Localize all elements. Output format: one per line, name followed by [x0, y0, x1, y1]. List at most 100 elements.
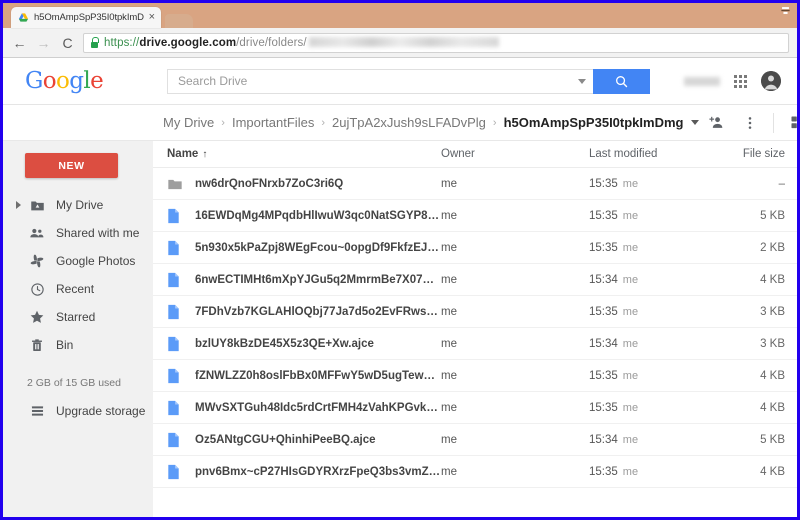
- sidebar-item-bin[interactable]: Bin: [3, 331, 153, 359]
- main-body: NEW My Drive Shared with me Google Photo…: [3, 141, 797, 517]
- table-row[interactable]: pnv6Bmx~cP27HIsGDYRXrzFpeQ3bs3vmZXvkxXR4…: [153, 456, 797, 488]
- file-modified-by: me: [622, 369, 639, 382]
- sidebar-item-label: Google Photos: [56, 254, 136, 268]
- upgrade-storage-button[interactable]: Upgrade storage: [3, 397, 153, 425]
- lock-icon: [90, 37, 99, 48]
- window-controls: [777, 4, 793, 17]
- breadcrumb-separator: ›: [221, 116, 225, 129]
- reload-icon[interactable]: C: [59, 34, 76, 51]
- star-icon: [25, 309, 49, 325]
- file-owner: me: [441, 209, 457, 222]
- drive-header: Google: [3, 58, 797, 105]
- breadcrumb-parent-folder[interactable]: 2ujTpA2xJush9sLFADvPlg: [332, 115, 486, 130]
- expand-triangle-icon[interactable]: [11, 201, 25, 209]
- people-icon: [25, 225, 49, 241]
- file-size: 2 KB: [760, 241, 785, 254]
- breadcrumb-bar: My Drive › ImportantFiles › 2ujTpA2xJush…: [3, 105, 797, 141]
- file-last-modified: 15:34 me: [589, 274, 719, 286]
- search-input[interactable]: [178, 74, 563, 88]
- file-icon: [167, 240, 195, 256]
- logo-letter-g1: G: [25, 68, 43, 94]
- browser-tab-title: h5OmAmpSpP35I0tpkImD: [34, 12, 144, 23]
- close-icon[interactable]: ×: [149, 12, 155, 23]
- column-header-file-size[interactable]: File size: [719, 148, 797, 160]
- file-name: 5n930x5kPaZpj8WEgFcou~0opgDf9FkfzEJXvhGP…: [195, 241, 441, 254]
- table-row[interactable]: 16EWDqMg4MPqdbHlIwuW3qc0NatSGYP8c01pgRTg…: [153, 200, 797, 232]
- file-size: 4 KB: [760, 401, 785, 414]
- column-header-name[interactable]: Name ↑: [167, 148, 441, 160]
- file-icon: [167, 304, 195, 320]
- breadcrumb-important-files[interactable]: ImportantFiles: [232, 115, 314, 130]
- minimize-icon[interactable]: [777, 4, 793, 17]
- logo-letter-o2: o: [56, 68, 70, 94]
- file-owner: me: [441, 177, 457, 190]
- forward-icon: →: [36, 34, 51, 51]
- sidebar-item-recent[interactable]: Recent: [3, 275, 153, 303]
- breadcrumb-actions: A Z: [699, 105, 797, 141]
- add-person-icon[interactable]: [699, 105, 733, 141]
- logo-letter-e: e: [90, 68, 104, 94]
- file-modified-by: me: [622, 241, 639, 254]
- file-list: Name ↑ Owner Last modified File size nw6…: [153, 141, 797, 517]
- file-last-modified: 15:35 me: [589, 242, 719, 254]
- file-modified-by: me: [622, 337, 639, 350]
- column-header-owner[interactable]: Owner: [441, 148, 589, 160]
- file-icon: [167, 336, 195, 352]
- table-row[interactable]: 6nwECTIMHt6mXpYJGu5q2MmrmBe7X07FtBU28nI0…: [153, 264, 797, 296]
- grid-view-icon[interactable]: [780, 105, 797, 141]
- sidebar-item-shared-with-me[interactable]: Shared with me: [3, 219, 153, 247]
- url-input[interactable]: https://drive.google.com/drive/folders/: [83, 32, 789, 53]
- table-row[interactable]: fZNWLZZ0h8oslFbBx0MFFwY5wD5ugTewhGkeuC2v…: [153, 360, 797, 392]
- new-tab-button[interactable]: [165, 14, 193, 28]
- apps-grid-icon[interactable]: [734, 74, 747, 88]
- search-box[interactable]: [167, 68, 571, 94]
- breadcrumb-current-folder[interactable]: h5OmAmpSpP35I0tpkImDmg: [504, 115, 684, 130]
- column-header-last-modified[interactable]: Last modified: [589, 148, 719, 160]
- table-row[interactable]: nw6drQnoFNrxb7ZoC3ri6Q me 15:35 me –: [153, 168, 797, 200]
- table-row[interactable]: MWvSXTGuh48Idc5rdCrtFMH4zVahKPGvk6FWuT4v…: [153, 392, 797, 424]
- table-row[interactable]: 5n930x5kPaZpj8WEgFcou~0opgDf9FkfzEJXvhGP…: [153, 232, 797, 264]
- sidebar-item-starred[interactable]: Starred: [3, 303, 153, 331]
- file-name: 7FDhVzb7KGLAHlOQbj77Ja7d5o2EvFRws1Qyxo~Z…: [195, 305, 441, 318]
- google-logo: Google: [25, 68, 155, 94]
- clock-icon: [25, 282, 49, 297]
- toolbar-divider: [773, 112, 775, 133]
- browser-tab[interactable]: h5OmAmpSpP35I0tpkImD ×: [11, 7, 161, 28]
- file-last-modified: 15:35 me: [589, 402, 719, 414]
- chevron-down-icon[interactable]: [691, 120, 700, 125]
- search-options-icon[interactable]: [571, 68, 593, 94]
- file-last-modified: 15:35 me: [589, 370, 719, 382]
- sidebar-item-label: My Drive: [56, 198, 104, 212]
- account-name-redacted: [684, 76, 720, 86]
- url-path: /drive/folders/: [236, 36, 307, 49]
- search-button[interactable]: [593, 68, 650, 94]
- file-name: MWvSXTGuh48Idc5rdCrtFMH4zVahKPGvk6FWuT4v…: [195, 401, 441, 414]
- breadcrumb-my-drive[interactable]: My Drive: [163, 115, 214, 130]
- storage-bars-icon: [25, 404, 49, 418]
- file-size: 4 KB: [760, 273, 785, 286]
- more-options-icon[interactable]: [733, 105, 767, 141]
- sidebar-item-my-drive[interactable]: My Drive: [3, 191, 153, 219]
- logo-letter-g2: g: [69, 68, 84, 94]
- folder-icon: [167, 176, 195, 192]
- table-row[interactable]: bzlUY8kBzDE45X5z3QE+Xw.ajce me 15:34 me 3 KB: [153, 328, 797, 360]
- file-name: 16EWDqMg4MPqdbHlIwuW3qc0NatSGYP8c01pgRTg…: [195, 209, 441, 222]
- sidebar-item-google-photos[interactable]: Google Photos: [3, 247, 153, 275]
- file-name: Oz5ANtgCGU+QhinhiPeeBQ.ajce: [195, 433, 376, 446]
- file-owner: me: [441, 305, 457, 318]
- avatar[interactable]: [761, 71, 781, 91]
- table-row[interactable]: 7FDhVzb7KGLAHlOQbj77Ja7d5o2EvFRws1Qyxo~Z…: [153, 296, 797, 328]
- file-size: 5 KB: [760, 433, 785, 446]
- file-size: 5 KB: [760, 209, 785, 222]
- header-right-tools: [684, 71, 785, 91]
- sidebar-item-label: Shared with me: [56, 226, 140, 240]
- file-icon: [167, 432, 195, 448]
- trash-icon: [25, 338, 49, 353]
- file-name: bzlUY8kBzDE45X5z3QE+Xw.ajce: [195, 337, 374, 350]
- file-modified-time: 15:35: [589, 177, 618, 190]
- table-row[interactable]: Oz5ANtgCGU+QhinhiPeeBQ.ajce me 15:34 me 5 KB: [153, 424, 797, 456]
- back-icon[interactable]: ←: [11, 34, 28, 51]
- tab-strip: h5OmAmpSpP35I0tpkImD ×: [3, 3, 797, 28]
- new-button[interactable]: NEW: [25, 153, 118, 178]
- file-modified-time: 15:34: [589, 433, 618, 446]
